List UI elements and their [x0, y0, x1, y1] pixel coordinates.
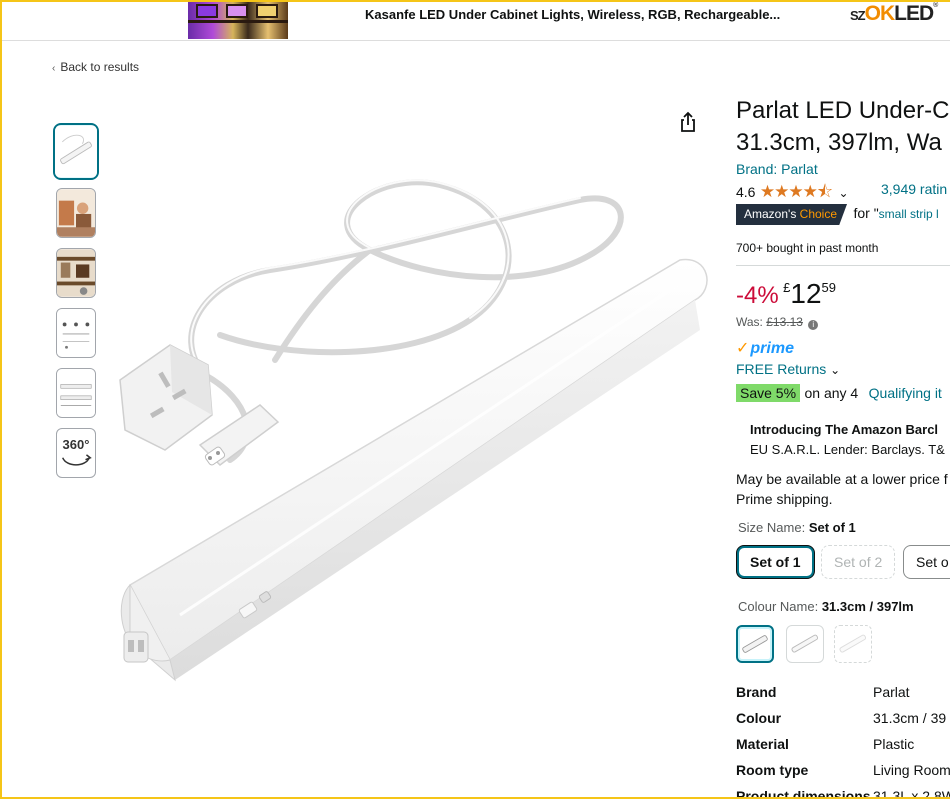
- diagram-thumb: [57, 309, 95, 357]
- amazons-choice-row: Amazon's Choice for "small strip l: [736, 204, 939, 225]
- was-price: £13.13: [766, 315, 803, 329]
- spec-key: Colour: [736, 710, 782, 726]
- info-icon[interactable]: i: [808, 320, 819, 330]
- thumbnail-1[interactable]: [53, 123, 99, 180]
- availability-line-1: May be available at a lower price f: [736, 471, 948, 487]
- amazons-choice-badge: Amazon's Choice: [736, 204, 848, 225]
- save-badge: Save 5%: [736, 384, 801, 402]
- colour-label-text: Colour Name:: [738, 599, 822, 614]
- promo-title[interactable]: Introducing The Amazon Barcl: [750, 422, 938, 437]
- qualifying-items-link[interactable]: Qualifying it: [869, 385, 942, 401]
- bought-past-month: 700+ bought in past month: [736, 241, 879, 255]
- size-option-set-of-3[interactable]: Set o: [903, 545, 950, 579]
- shelf-photo-thumb: [57, 249, 95, 297]
- product-title-line-1: Parlat LED Under-C: [736, 97, 950, 124]
- size-name-label: Size Name: Set of 1: [738, 520, 856, 535]
- spec-key: Product dimensions: [736, 788, 871, 799]
- kitchen-photo-thumb: [57, 189, 95, 237]
- size-option-set-of-1[interactable]: Set of 1: [736, 545, 815, 579]
- free-returns-label: FREE Returns: [736, 361, 827, 377]
- thumbnail-3[interactable]: [56, 248, 96, 298]
- size-option-set-of-2[interactable]: Set of 2: [821, 545, 896, 579]
- was-label: Was:: [736, 315, 767, 329]
- prime-logo[interactable]: ✓prime: [736, 338, 794, 358]
- colour-name-label: Colour Name: 31.3cm / 397lm: [738, 599, 914, 614]
- colour-swatch-1[interactable]: [736, 625, 774, 663]
- badge-choice: Choice: [799, 207, 838, 221]
- availability-line-2: Prime shipping.: [736, 491, 833, 507]
- spec-value: Parlat: [873, 684, 910, 700]
- size-label-text: Size Name:: [738, 520, 809, 535]
- chevron-left-icon: ‹: [52, 63, 56, 74]
- spec-value: 31.3cm / 39: [873, 710, 947, 726]
- led-bar-image: [120, 258, 708, 682]
- ratings-count-link[interactable]: 3,949 ratin: [881, 181, 947, 197]
- rotate-arrow-icon: [61, 454, 92, 466]
- spec-key: Room type: [736, 762, 809, 778]
- prime-label: prime: [750, 340, 794, 357]
- promo-subtitle: EU S.A.R.L. Lender: Barclays. T&: [750, 442, 945, 457]
- save-text: on any 4: [804, 385, 859, 401]
- spec-key: Brand: [736, 684, 777, 700]
- product-details-column: Parlat LED Under-C 31.3cm, 397lm, Wa Bra…: [736, 0, 950, 799]
- banner-product-image[interactable]: [188, 0, 288, 39]
- price-whole: 12: [790, 278, 822, 309]
- banner-title[interactable]: Kasanfe LED Under Cabinet Lights, Wirele…: [365, 7, 780, 22]
- product-title-line-2: 31.3cm, 397lm, Wa: [736, 129, 942, 156]
- size-selected-value: Set of 1: [808, 520, 856, 535]
- chevron-down-icon: ⌄: [830, 363, 841, 377]
- save-row: Save 5% on any 4 Qualifying it: [736, 384, 942, 403]
- chevron-down-icon[interactable]: ⌄: [838, 186, 848, 200]
- star-rating-icon[interactable]: ★★★★⯪: [760, 182, 833, 201]
- dimensions-thumb: [57, 369, 95, 417]
- free-returns-link[interactable]: FREE Returns ⌄: [736, 361, 840, 377]
- colour-swatch-3[interactable]: [834, 625, 872, 663]
- divider: [736, 265, 950, 266]
- was-price-row: Was: £13.13 i: [736, 315, 819, 330]
- discount-percent: -4%: [736, 282, 779, 309]
- badge-prefix: Amazon's: [744, 207, 800, 221]
- price-fraction: 59: [821, 280, 836, 295]
- brand-link[interactable]: Brand: Parlat: [736, 161, 818, 177]
- thumbnail-4[interactable]: [56, 308, 96, 358]
- prime-check-icon: ✓: [736, 340, 750, 357]
- colour-swatch-2[interactable]: [786, 625, 824, 663]
- spec-value: Living Room: [873, 762, 950, 778]
- colour-selected-value: 31.3cm / 397lm: [821, 599, 914, 614]
- share-icon[interactable]: [676, 110, 700, 134]
- main-product-image[interactable]: [110, 160, 720, 730]
- uk-plug-image: [119, 344, 213, 451]
- back-label: Back to results: [60, 60, 140, 74]
- thumbnail-5[interactable]: [56, 368, 96, 418]
- spec-value: 31.3L x 2.8W: [873, 788, 950, 799]
- led-bar-thumb: [55, 125, 97, 178]
- spec-key: Material: [736, 736, 789, 752]
- badge-query-link[interactable]: small strip l: [879, 207, 939, 221]
- rating-value: 4.6: [736, 184, 756, 200]
- thumbnail-2[interactable]: [56, 188, 96, 238]
- spec-value: Plastic: [873, 736, 915, 752]
- back-to-results-link[interactable]: ‹ Back to results: [52, 60, 139, 74]
- badge-for-text: for ": [853, 205, 879, 221]
- thumbnail-360[interactable]: 360°: [56, 428, 96, 478]
- price-row: -4% £1259: [736, 278, 836, 310]
- price-currency: £: [783, 280, 791, 295]
